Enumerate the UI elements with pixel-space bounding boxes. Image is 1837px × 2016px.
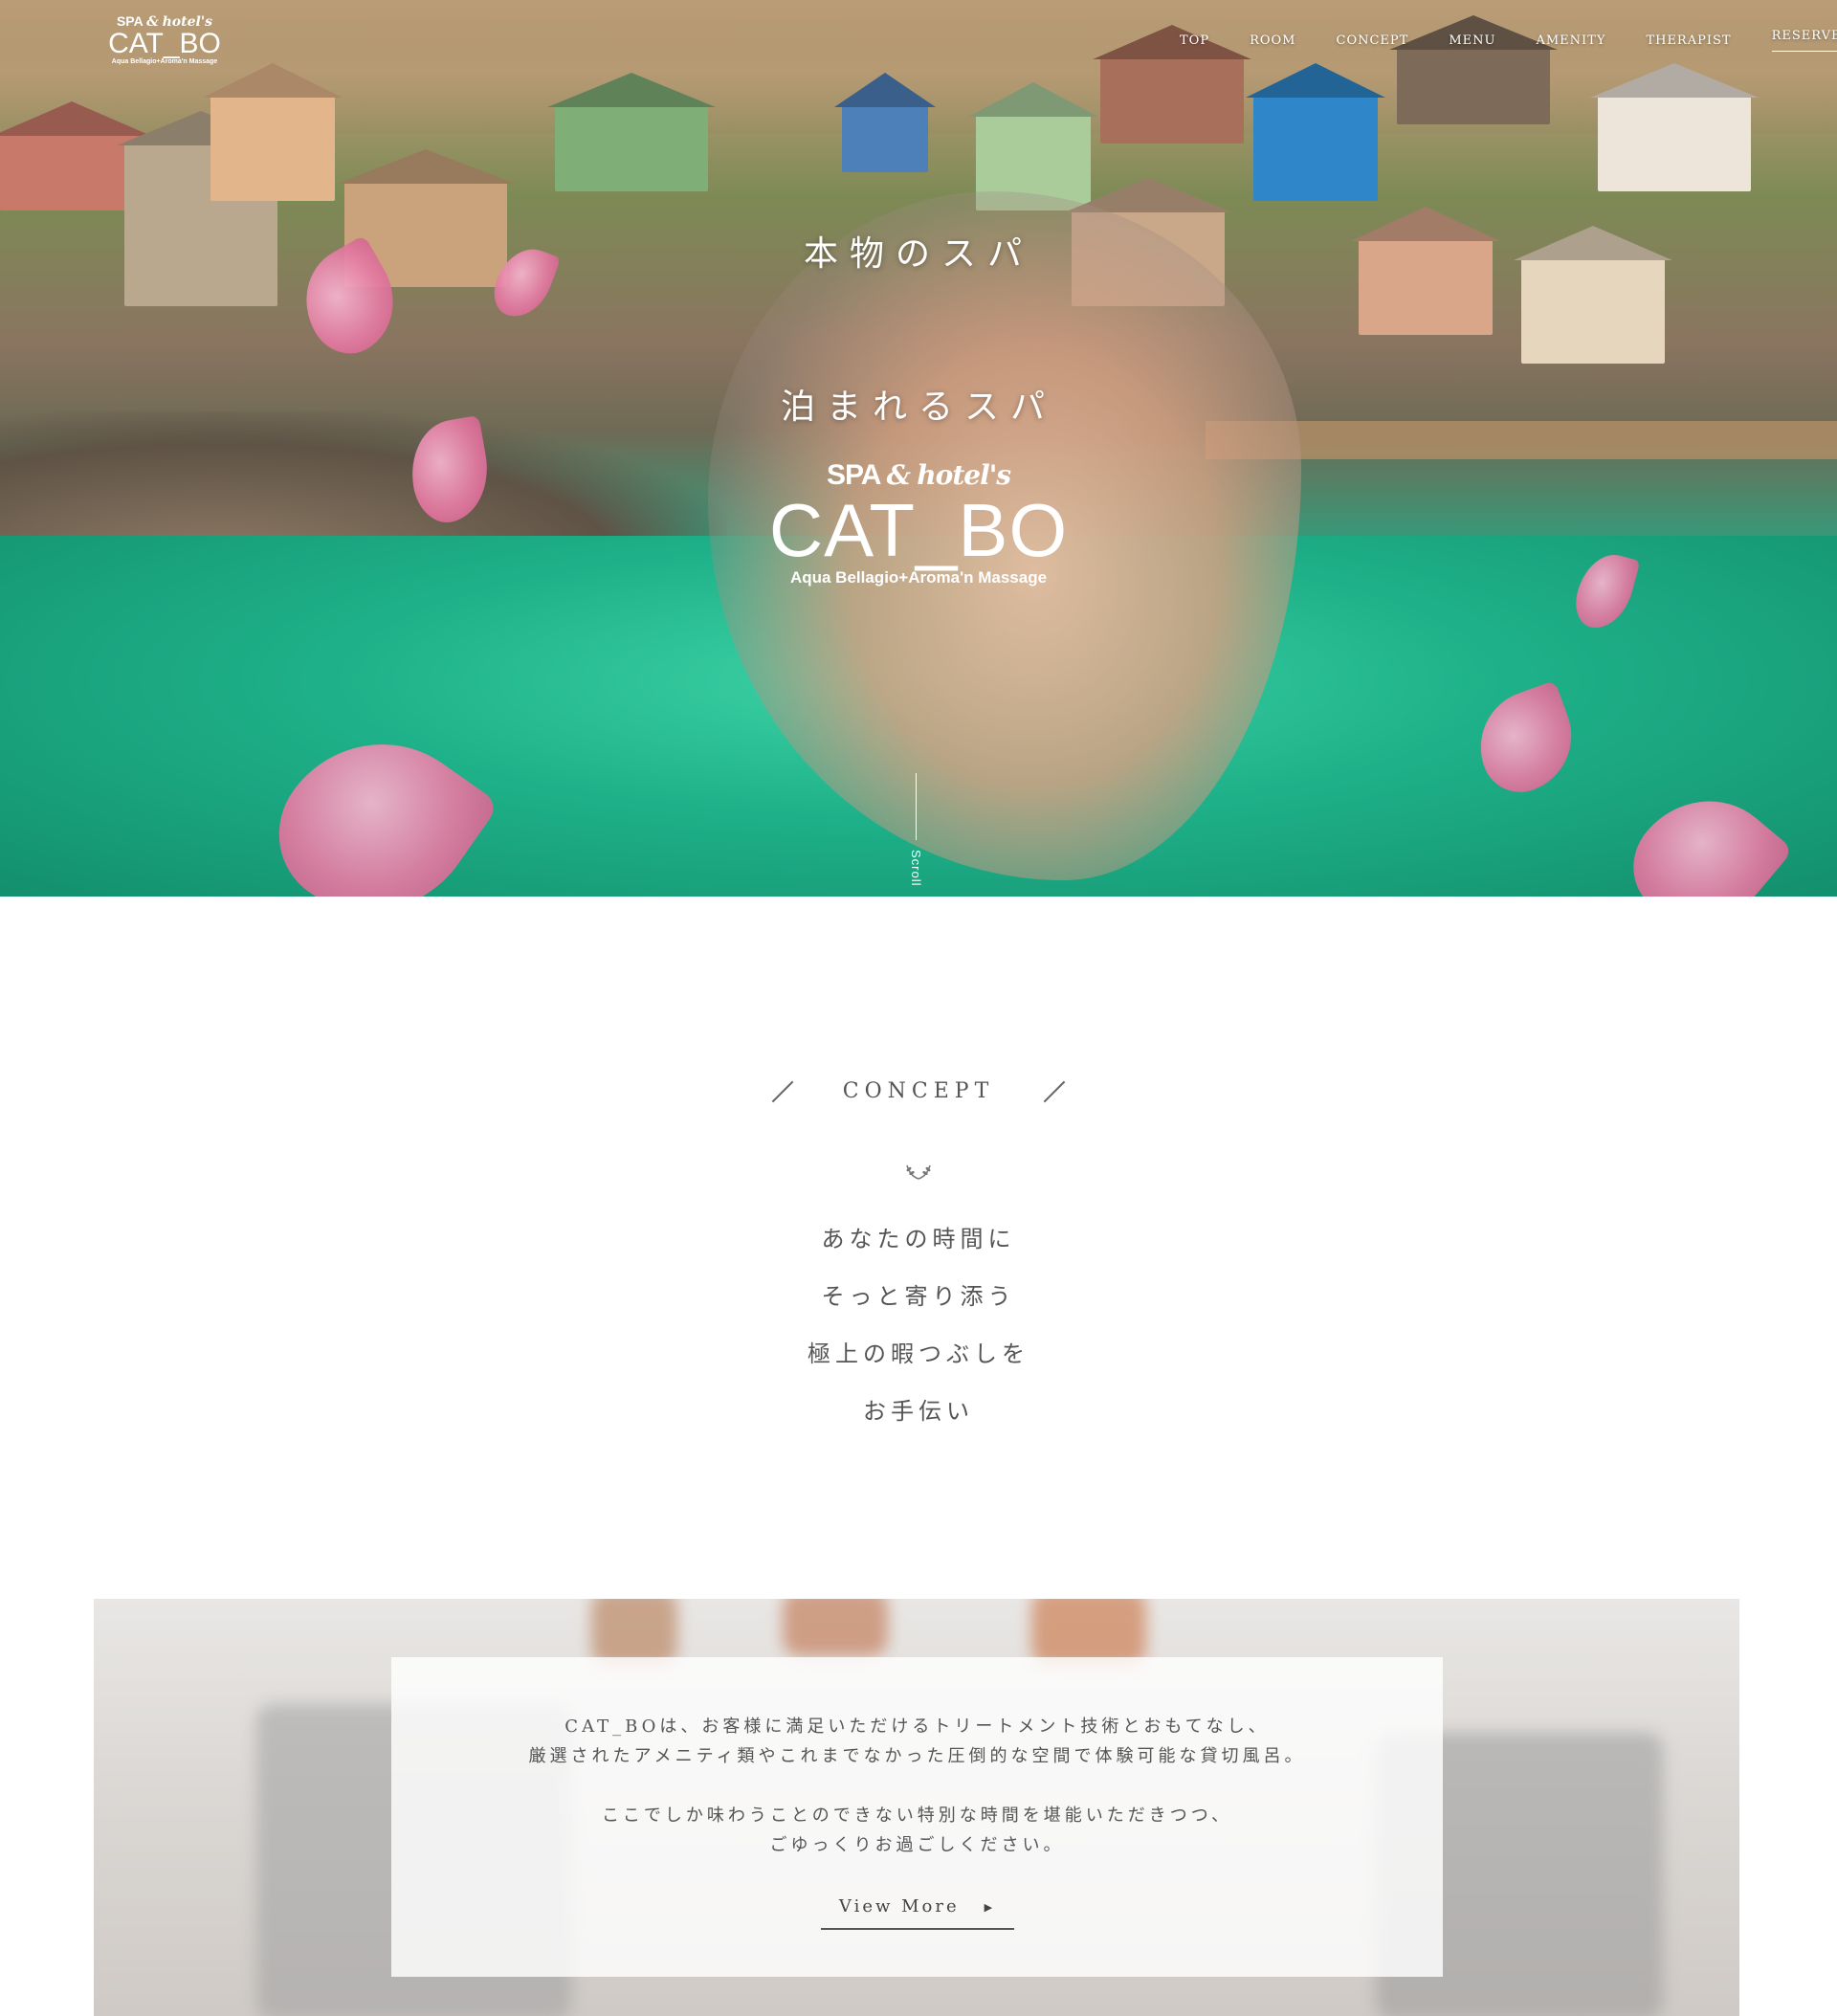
triangle-right-icon: ▶: [984, 1900, 996, 1914]
logo-subtitle: Aqua Bellagio+Aroma'n Massage: [789, 568, 1048, 587]
view-more-label: View More: [838, 1896, 960, 1916]
hero-house: [210, 96, 335, 201]
scroll-line: [916, 773, 917, 840]
laurel-icon: [906, 1164, 931, 1180]
hero-house: [1397, 48, 1550, 124]
site-logo[interactable]: SPA & hotel's CAT_BO Aqua Bellagio+Aroma…: [107, 13, 222, 65]
logo-amp: &: [886, 459, 911, 491]
hero-house: [1100, 57, 1244, 144]
hero-house: [842, 105, 928, 172]
nav-menu[interactable]: MENU: [1449, 33, 1495, 48]
hero-house: [1253, 96, 1378, 201]
hero-title-1: 本物のスパ: [803, 234, 1033, 274]
view-more-button[interactable]: View More ▶: [820, 1896, 1014, 1930]
bottle-blur: [591, 1599, 677, 1666]
intro-text: 厳選されたアメニティ類やこれまでなかった圧倒的な空間で体験可能な貸切風呂。: [528, 1746, 1306, 1766]
bottle-blur: [1031, 1599, 1146, 1666]
concept-poem: あなたの時間に そっと寄り添う 極上の暇つぶしを お手伝い: [0, 1210, 1837, 1440]
intro-text: ここでしか味わうことのできない特別な時間を堪能いただきつつ、: [601, 1806, 1233, 1826]
concept-heading: CONCEPT: [0, 1079, 1837, 1103]
site-logo-subtitle: Aqua Bellagio+Aroma'n Massage: [111, 58, 218, 65]
intro-card: CAT_BOは、お客様に満足いただけるトリートメント技術とおもてなし、 厳選され…: [391, 1657, 1443, 1977]
slash-right-icon: [1043, 1080, 1066, 1103]
nav-reserve-label: RESERVE: [1771, 29, 1837, 43]
poem-line: あなたの時間に: [821, 1226, 1016, 1252]
intro-text: CAT_BOは、お客様に満足いただけるトリートメント技術とおもてなし、: [564, 1717, 1270, 1737]
logo-hotels: hotel's: [917, 459, 1011, 491]
scroll-indicator[interactable]: Scroll: [909, 850, 923, 887]
nav-amenity[interactable]: AMENITY: [1536, 33, 1605, 48]
nav-therapist[interactable]: THERAPIST: [1646, 33, 1731, 48]
intro-text: ごゆっくりお過ごしください。: [769, 1835, 1065, 1855]
slash-left-icon: [771, 1080, 794, 1103]
logo-spa: SPA: [826, 459, 880, 491]
hero-house: [0, 134, 144, 210]
site-logo-name: CAT_BO: [108, 28, 221, 59]
nav-concept[interactable]: CONCEPT: [1337, 33, 1409, 48]
hero-house: [555, 105, 708, 191]
logo-name: CAT_BO: [768, 488, 1069, 572]
hero-section: 本物のスパ 泊まれるスパ SPA & hotel's CAT_BO Aqua B…: [0, 0, 1837, 897]
poem-line: そっと寄り添う: [821, 1283, 1016, 1310]
nav-top[interactable]: TOP: [1180, 33, 1209, 48]
site-logo-spa: SPA: [116, 13, 144, 29]
hero-title-2: 泊まれるスパ: [780, 388, 1056, 427]
hero-logo: SPA & hotel's CAT_BO Aqua Bellagio+Aroma…: [765, 459, 1072, 587]
bottle-blur: [783, 1599, 888, 1656]
concept-title: CONCEPT: [842, 1079, 995, 1103]
nav-reserve[interactable]: RESERVE: [1771, 29, 1837, 52]
nav-room[interactable]: ROOM: [1250, 33, 1295, 48]
poem-line: お手伝い: [863, 1398, 974, 1425]
hero-house: [1598, 96, 1751, 191]
poem-line: 極上の暇つぶしを: [808, 1340, 1029, 1367]
main-nav: TOP ROOM CONCEPT MENU AMENITY THERAPIST …: [1180, 29, 1837, 52]
